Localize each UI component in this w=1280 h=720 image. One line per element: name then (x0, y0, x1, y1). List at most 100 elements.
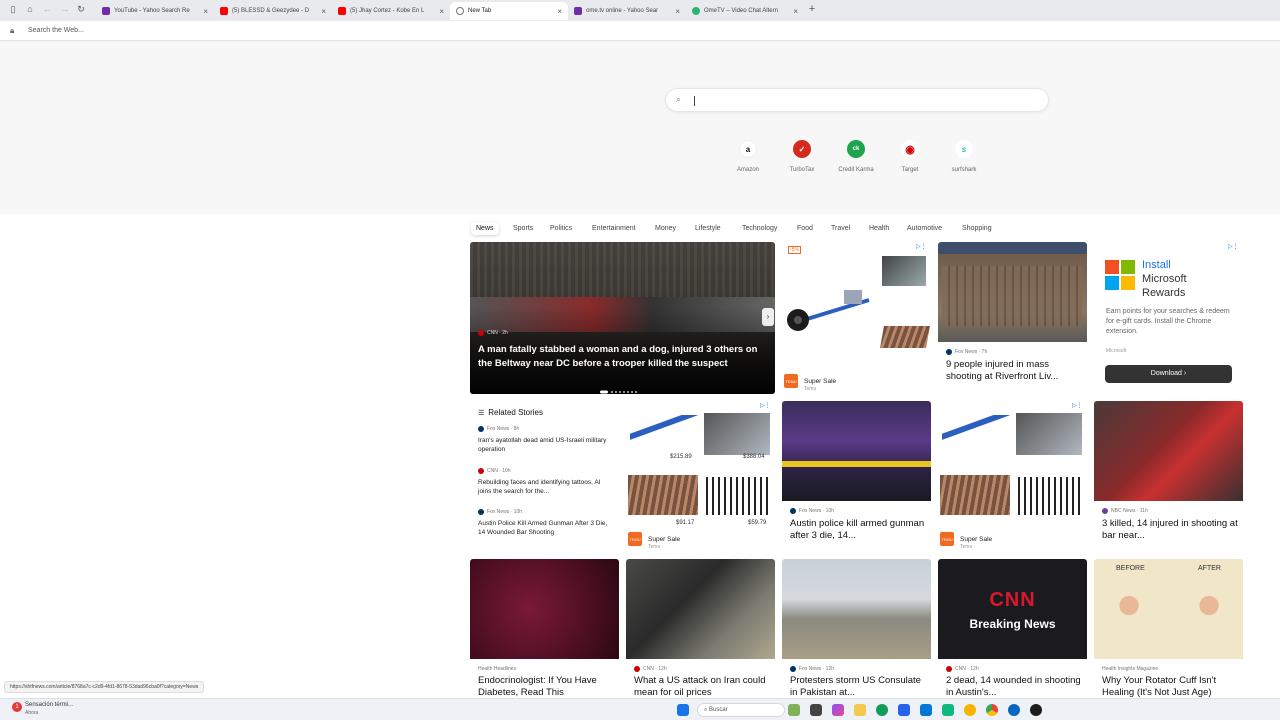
app-dark-icon[interactable] (1030, 704, 1042, 716)
fox-news-logo-icon (790, 666, 796, 672)
copilot-icon[interactable] (832, 704, 844, 716)
story-card-oil[interactable]: CNN · 12h What a US attack on Iran could… (626, 559, 775, 698)
reload-icon[interactable]: ↻ (76, 4, 86, 14)
close-icon[interactable]: × (557, 7, 562, 16)
ms-ad-headline: Install Microsoft Rewards (1142, 259, 1187, 299)
story-title[interactable]: 3 killed, 14 injured in shooting at bar … (1102, 518, 1240, 542)
edge-icon[interactable] (876, 704, 888, 716)
tab-news[interactable]: News (471, 222, 499, 235)
story-card-rotator-cuff[interactable]: BEFORE AFTER Health Insights Magazine Wh… (1094, 559, 1243, 698)
story-title[interactable]: What a US attack on Iran could mean for … (634, 675, 772, 698)
ad-choices-icon[interactable]: ▷⋮ (916, 243, 927, 250)
quick-link-amazon[interactable]: a Amazon (726, 140, 770, 173)
chrome-icon[interactable] (986, 704, 998, 716)
tab-automotive[interactable]: Automotive (902, 222, 947, 235)
hero-image-trees (470, 242, 775, 297)
story-title[interactable]: 2 dead, 14 wounded in shooting in Austin… (946, 675, 1084, 698)
hero-story-card[interactable]: CNN · 2h A man fatally stabbed a woman a… (470, 242, 775, 394)
before-figure (1104, 581, 1154, 651)
text-caret (694, 96, 695, 106)
tab-blessd[interactable]: (5) BLESSD & Geezydee - D × (214, 2, 332, 20)
related-story-title[interactable]: Iran's ayatollah dead amid US-Israeli mi… (478, 436, 614, 454)
related-story-title[interactable]: Austin Police Kill Armed Gunman After 3 … (478, 519, 614, 537)
home-icon[interactable]: ⌂ (25, 4, 35, 14)
ad-choices-icon[interactable]: ▷⋮ (1228, 243, 1239, 250)
product-price: $388.04 (743, 454, 765, 460)
tab-jhay-cortez[interactable]: (5) Jhay Cortez - Kobe En L × (332, 2, 450, 20)
story-card-austin-police[interactable]: Fox News · 10h Austin police kill armed … (782, 401, 931, 551)
quick-link-label: surfshark (951, 167, 977, 173)
app-yellow-icon[interactable] (964, 704, 976, 716)
tab-technology[interactable]: Technology (737, 222, 782, 235)
story-card-protest[interactable]: Fox News · 12h Protesters storm US Consu… (782, 559, 931, 698)
fox-news-logo-icon (478, 426, 484, 432)
quick-link-surfshark[interactable]: s surfshark (942, 140, 986, 173)
sidebar-toggle-icon[interactable]: ▯ (8, 4, 18, 14)
back-icon[interactable]: ← (42, 4, 52, 14)
related-source: Fox News · 8h (478, 426, 519, 432)
tab-lifestyle[interactable]: Lifestyle (690, 222, 726, 235)
close-icon[interactable]: × (203, 7, 208, 16)
lock-icon: 🔒︎ (10, 26, 15, 35)
file-explorer-icon[interactable] (854, 704, 866, 716)
close-icon[interactable]: × (793, 7, 798, 16)
weather-alert-icon[interactable]: 1 (12, 702, 22, 712)
after-label: AFTER (1198, 565, 1221, 572)
ad-card-temu-2[interactable]: ▷⋮ TEMU Super Sale Temu (938, 401, 1087, 551)
police-tape (782, 461, 931, 467)
story-card-bar-shooting[interactable]: NBC News · 11h 3 killed, 14 injured in s… (1094, 401, 1243, 551)
tab-money[interactable]: Money (650, 222, 681, 235)
tab-health[interactable]: Health (864, 222, 894, 235)
tab-travel[interactable]: Travel (826, 222, 855, 235)
story-card-mass-shooting[interactable]: Fox News · 7h 9 people injured in mass s… (938, 242, 1087, 394)
story-title[interactable]: Protesters storm US Consulate in Pakista… (790, 675, 928, 698)
story-title[interactable]: Austin police kill armed gunman after 3 … (790, 518, 928, 542)
new-tab-plus-icon[interactable]: + (807, 4, 817, 15)
address-placeholder[interactable]: Search the Web... (28, 27, 84, 34)
tab-politics[interactable]: Politics (545, 222, 577, 235)
app-k-icon[interactable] (942, 704, 954, 716)
ad-choices-icon[interactable]: ▷⋮ (1072, 402, 1083, 409)
task-view-icon[interactable] (810, 704, 822, 716)
tab-shopping[interactable]: Shopping (957, 222, 997, 235)
tab-new-tab[interactable]: New Tab × (450, 2, 568, 20)
tab-entertainment[interactable]: Entertainment (587, 222, 641, 235)
close-icon[interactable]: × (675, 7, 680, 16)
mail-icon[interactable] (920, 704, 932, 716)
hero-title[interactable]: A man fatally stabbed a woman and a dog,… (478, 343, 770, 371)
quick-link-turbotax[interactable]: ✓ TurboTax (780, 140, 824, 173)
quick-link-credit-karma[interactable]: ck Credit Karma (834, 140, 878, 173)
ad-card-temu-prices[interactable]: ▷⋮ $215.89 $388.04 $91.17 $59.79 TEMU Sup… (626, 401, 775, 551)
close-icon[interactable]: × (321, 7, 326, 16)
ometv-favicon-icon (692, 7, 700, 15)
tab-sports[interactable]: Sports (508, 222, 538, 235)
tab-ometv[interactable]: OmeTV – Video Chat Altern × (686, 2, 804, 20)
browser-active-icon[interactable] (1008, 704, 1020, 716)
story-title[interactable]: Endocrinologist: If You Have Diabetes, R… (478, 675, 616, 698)
tab-youtube-yahoo[interactable]: YouTube - Yahoo Search Re × (96, 2, 214, 20)
ad-choices-icon[interactable]: ▷⋮ (760, 402, 771, 409)
ad-card-microsoft-rewards[interactable]: ▷⋮ Install Microsoft Rewards Earn points… (1094, 242, 1243, 394)
quick-link-target[interactable]: ◉ Target (888, 140, 932, 173)
related-story-title[interactable]: Rebuilding faces and identifying tattoos… (478, 478, 614, 496)
bench-product-image (628, 475, 698, 515)
search-input[interactable]: ⌕ (665, 88, 1049, 112)
bird-app-icon[interactable] (788, 704, 800, 716)
story-title[interactable]: Why Your Rotator Cuff Isn't Healing (It'… (1102, 675, 1240, 698)
story-card-austin-shooting[interactable]: CNN Breaking News CNN · 12h 2 dead, 14 w… (938, 559, 1087, 698)
weather-widget-text[interactable]: Sensación térmi... (25, 702, 73, 708)
tab-ometv-yahoo[interactable]: ome.tv online - Yahoo Sear × (568, 2, 686, 20)
next-arrow-icon[interactable]: › (762, 308, 774, 326)
download-button[interactable]: Download › (1105, 365, 1232, 383)
windows-start-icon[interactable] (677, 704, 689, 716)
story-card-diabetes[interactable]: Health Headlines Endocrinologist: If You… (470, 559, 619, 698)
tab-food[interactable]: Food (792, 222, 818, 235)
taskbar-search-input[interactable]: ⌕ Buscar (697, 703, 785, 717)
address-bar[interactable]: 🔒︎ Search the Web... (0, 21, 1280, 41)
carousel-dots[interactable] (600, 381, 646, 394)
close-icon[interactable]: × (439, 7, 444, 16)
store-icon[interactable] (898, 704, 910, 716)
ad-card-temu[interactable]: -5% ▷⋮ TEMU Super Sale Temu (782, 242, 931, 394)
story-title[interactable]: 9 people injured in mass shooting at Riv… (946, 359, 1084, 383)
forward-icon[interactable]: → (60, 4, 70, 14)
